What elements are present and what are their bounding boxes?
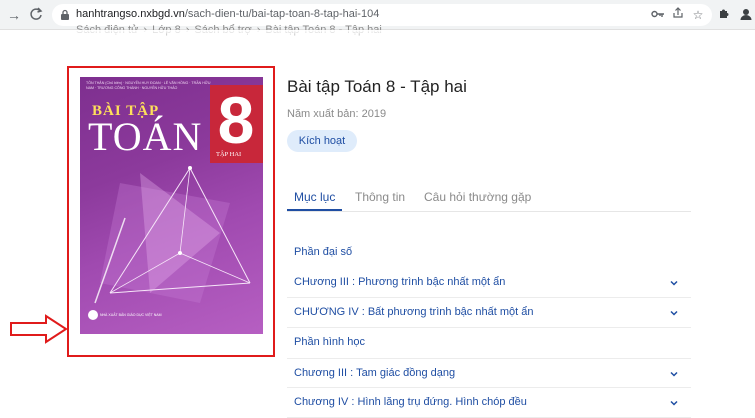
url-path: /sach-dien-tu/bai-tap-toan-8-tap-hai-104: [184, 8, 380, 20]
toc-chapter[interactable]: CHương III : Phương trình bậc nhất một ẩ…: [287, 268, 691, 298]
tab-info[interactable]: Thông tin: [355, 190, 405, 204]
toc-section: Phần hình học: [287, 328, 691, 358]
tab-bar: Mục lục Thông tin Câu hỏi thường gặp: [287, 186, 691, 212]
toc-chapter-label: Chương IV : Hình lăng trụ đứng. Hình chó…: [294, 396, 527, 408]
toc-section-label: Phần hình học: [294, 336, 365, 348]
bookmark-star-icon[interactable]: ☆: [690, 7, 706, 23]
tab-contents[interactable]: Mục lục: [294, 190, 335, 204]
cover-title-line2: TOÁN: [88, 114, 203, 159]
tab-faq[interactable]: Câu hỏi thường gặp: [424, 190, 531, 204]
key-icon[interactable]: [650, 7, 666, 23]
activate-button[interactable]: Kích hoạt: [287, 130, 357, 152]
url-text[interactable]: hanhtrangso.nxbgd.vn/sach-dien-tu/bai-ta…: [76, 8, 379, 20]
extensions-icon[interactable]: [716, 7, 732, 23]
lock-icon[interactable]: [60, 8, 72, 22]
breadcrumb-fade: [0, 30, 755, 40]
toc-chapter-label: CHương III : Phương trình bậc nhất một ẩ…: [294, 276, 506, 288]
book-cover[interactable]: TÔN THÂN (Chủ biên) · NGUYỄN HUY ĐOAN · …: [80, 77, 263, 334]
share-icon[interactable]: [670, 7, 686, 23]
active-tab-indicator: [287, 209, 342, 211]
toc-section: Phần đại số: [287, 238, 691, 268]
publisher-logo-icon: [88, 310, 98, 320]
cover-publisher: NHÀ XUẤT BẢN GIÁO DỤC VIỆT NAM: [100, 313, 162, 317]
profile-icon[interactable]: [738, 7, 754, 23]
page-title: Bài tập Toán 8 - Tập hai: [287, 77, 467, 96]
toc-chapter[interactable]: Chương III : Tam giác đồng dạng: [287, 358, 691, 388]
cover-volume: TẬP HAI: [216, 151, 242, 158]
reload-icon[interactable]: [28, 7, 44, 23]
toc-chapter[interactable]: Chương IV : Hình lăng trụ đứng. Hình chó…: [287, 388, 691, 418]
chevron-down-icon[interactable]: [669, 308, 679, 318]
chevron-down-icon[interactable]: [669, 398, 679, 408]
toc-chapter-label: CHƯƠNG IV : Bất phương trình bậc nhất mộ…: [294, 306, 534, 318]
red-arrow-annotation: [10, 314, 68, 349]
toc-section-label: Phần đại số: [294, 246, 353, 258]
cover-authors: TÔN THÂN (Chủ biên) · NGUYỄN HUY ĐOAN · …: [86, 81, 211, 90]
chevron-down-icon[interactable]: [669, 369, 679, 379]
forward-icon[interactable]: →: [6, 7, 22, 23]
cover-geometry-illustration: [94, 166, 251, 304]
toc-chapter[interactable]: CHƯƠNG IV : Bất phương trình bậc nhất mộ…: [287, 298, 691, 328]
publication-year: Năm xuất bản: 2019: [287, 108, 387, 120]
table-of-contents: Phần đại số CHương III : Phương trình bậ…: [287, 238, 691, 418]
toc-chapter-label: Chương III : Tam giác đồng dạng: [294, 367, 456, 379]
chevron-down-icon[interactable]: [669, 278, 679, 288]
url-host: hanhtrangso.nxbgd.vn: [76, 8, 185, 20]
cover-grade: 8: [217, 83, 255, 157]
